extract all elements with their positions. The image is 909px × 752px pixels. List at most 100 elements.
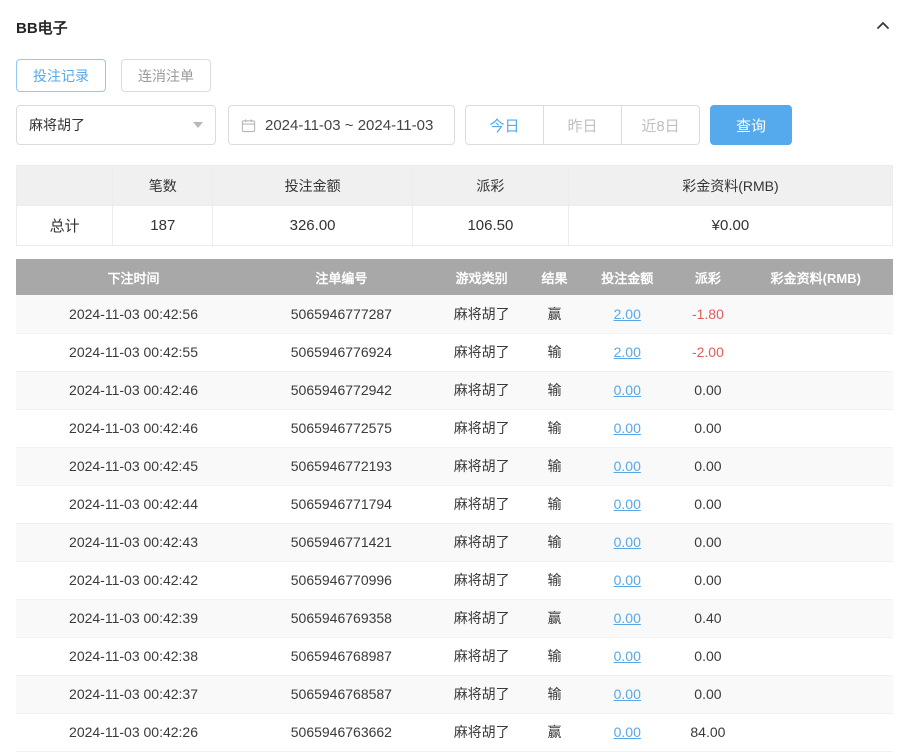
summary-header-empty: [17, 166, 113, 206]
bet-amount-link[interactable]: 0.00: [614, 724, 641, 740]
game-type-cell: 麻将胡了: [432, 447, 532, 485]
bet-time-cell: 2024-11-03 00:42:46: [16, 371, 251, 409]
summary-bet-amount-value: 326.00: [213, 206, 413, 246]
result-cell: 赢: [532, 599, 578, 637]
summary-header-bet-amount: 投注金额: [213, 166, 413, 206]
yesterday-button[interactable]: 昨日: [543, 105, 622, 145]
bonus-cell: [739, 675, 893, 713]
bet-amount-link[interactable]: 0.00: [614, 382, 641, 398]
payout-cell: 0.00: [677, 371, 738, 409]
records-table: 下注时间注单编号游戏类别结果投注金额派彩彩金资料(RMB) 2024-11-03…: [16, 259, 893, 752]
payout-cell: 0.00: [677, 523, 738, 561]
bet-time-cell: 2024-11-03 00:42:46: [16, 409, 251, 447]
bet-time-cell: 2024-11-03 00:42:42: [16, 561, 251, 599]
bet-amount-link[interactable]: 0.00: [614, 420, 641, 436]
order-number-cell: 5065946768587: [251, 675, 432, 713]
game-type-cell: 麻将胡了: [432, 485, 532, 523]
order-number-cell: 5065946763662: [251, 713, 432, 751]
table-row: 2024-11-03 00:42:465065946772575麻将胡了输 0.0…: [16, 409, 893, 447]
table-row: 2024-11-03 00:42:435065946771421麻将胡了输0.0…: [16, 523, 893, 561]
bet-time-cell: 2024-11-03 00:42:26: [16, 713, 251, 751]
order-number-cell: 5065946777287: [251, 295, 432, 333]
today-button[interactable]: 今日: [465, 105, 544, 145]
bet-time-cell: 2024-11-03 00:42:37: [16, 675, 251, 713]
order-number-cell: 5065946771794: [251, 485, 432, 523]
table-row: 2024-11-03 00:42:445065946771794麻将胡了输0.0…: [16, 485, 893, 523]
order-number-cell: 5065946772942: [251, 371, 432, 409]
result-cell: 输: [532, 409, 578, 447]
date-range-picker[interactable]: 2024-11-03 ~ 2024-11-03: [228, 105, 455, 145]
table-row: 2024-11-03 00:42:565065946777287麻将胡了赢2.0…: [16, 295, 893, 333]
records-column-header: 注单编号: [251, 259, 432, 295]
summary-count-value: 187: [113, 206, 213, 246]
bet-amount-cell: 0.00: [577, 371, 677, 409]
bet-amount-cell: 0.00: [577, 523, 677, 561]
game-select[interactable]: 麻将胡了: [16, 105, 216, 145]
bet-time-cell: 2024-11-03 00:42:39: [16, 599, 251, 637]
records-header-row: 下注时间注单编号游戏类别结果投注金额派彩彩金资料(RMB): [16, 259, 893, 295]
bet-amount-link[interactable]: 0.00: [614, 458, 641, 474]
order-number-cell: 5065946772575: [251, 409, 432, 447]
result-cell: 输: [532, 637, 578, 675]
records-column-header: 彩金资料(RMB): [739, 259, 893, 295]
payout-cell: 0.00: [677, 409, 738, 447]
order-number-cell: 5065946776924: [251, 333, 432, 371]
bonus-cell: [739, 371, 893, 409]
game-type-cell: 麻将胡了: [432, 295, 532, 333]
collapse-panel-button[interactable]: [873, 16, 893, 39]
game-type-cell: 麻将胡了: [432, 371, 532, 409]
payout-cell: 84.00: [677, 713, 738, 751]
records-column-header: 结果: [532, 259, 578, 295]
bet-amount-cell: 0.00: [577, 561, 677, 599]
table-row: 2024-11-03 00:42:555065946776924麻将胡了输2.0…: [16, 333, 893, 371]
page-title: BB电子: [16, 17, 68, 38]
bet-amount-cell: 0.00: [577, 675, 677, 713]
payout-cell: -1.80: [677, 295, 738, 333]
quick-range-group: 今日昨日近8日: [465, 105, 700, 145]
summary-total-row: 总计 187 326.00 106.50 ¥0.00: [17, 206, 893, 246]
bet-amount-link[interactable]: 0.00: [614, 496, 641, 512]
records-body: 2024-11-03 00:42:565065946777287麻将胡了赢2.0…: [16, 295, 893, 751]
game-select-value: 麻将胡了: [29, 115, 85, 135]
game-type-cell: 麻将胡了: [432, 523, 532, 561]
query-button[interactable]: 查询: [710, 105, 792, 145]
bet-amount-link[interactable]: 0.00: [614, 572, 641, 588]
bonus-cell: [739, 523, 893, 561]
order-number-cell: 5065946772193: [251, 447, 432, 485]
bet-amount-cell: 0.00: [577, 447, 677, 485]
tab-betting-records[interactable]: 投注记录: [16, 59, 106, 92]
panel-header: BB电子: [16, 14, 893, 40]
bet-amount-link[interactable]: 2.00: [614, 344, 641, 360]
last-8-days-button[interactable]: 近8日: [621, 105, 700, 145]
summary-header-count: 笔数: [113, 166, 213, 206]
tab-bar: 投注记录连消注单: [16, 59, 893, 92]
date-range-value: 2024-11-03 ~ 2024-11-03: [265, 117, 433, 134]
bonus-cell: [739, 333, 893, 371]
bonus-cell: [739, 637, 893, 675]
bet-amount-link[interactable]: 0.00: [614, 648, 641, 664]
tab-cancelled-orders[interactable]: 连消注单: [121, 59, 211, 92]
bonus-cell: [739, 485, 893, 523]
bet-amount-link[interactable]: 0.00: [614, 686, 641, 702]
records-column-header: 投注金额: [577, 259, 677, 295]
game-type-cell: 麻将胡了: [432, 409, 532, 447]
summary-total-label: 总计: [17, 206, 113, 246]
payout-cell: 0.00: [677, 637, 738, 675]
chevron-down-icon: [193, 122, 203, 128]
bet-amount-link[interactable]: 2.00: [614, 306, 641, 322]
payout-cell: -2.00: [677, 333, 738, 371]
bet-amount-link[interactable]: 0.00: [614, 534, 641, 550]
bet-time-cell: 2024-11-03 00:42:56: [16, 295, 251, 333]
payout-cell: 0.00: [677, 561, 738, 599]
game-type-cell: 麻将胡了: [432, 561, 532, 599]
summary-bonus-value: ¥0.00: [568, 206, 892, 246]
payout-cell: 0.00: [677, 485, 738, 523]
bet-amount-link[interactable]: 0.00: [614, 610, 641, 626]
chevron-up-icon: [875, 18, 891, 37]
table-row: 2024-11-03 00:42:375065946768587麻将胡了输0.0…: [16, 675, 893, 713]
bonus-cell: [739, 409, 893, 447]
bonus-cell: [739, 295, 893, 333]
bet-amount-cell: 0.00: [577, 637, 677, 675]
summary-header-row: 笔数 投注金额 派彩 彩金资料(RMB): [17, 166, 893, 206]
payout-cell: 0.00: [677, 675, 738, 713]
